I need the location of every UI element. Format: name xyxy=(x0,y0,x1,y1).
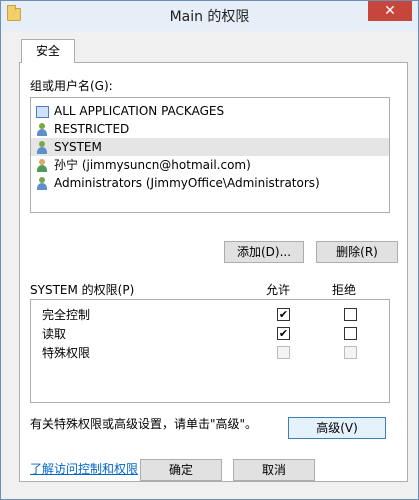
group-icon xyxy=(35,176,51,191)
permissions-table: 完全控制 ✔ 读取 ✔ 特殊权限 xyxy=(30,299,390,403)
table-row: 读取 ✔ xyxy=(31,325,389,343)
advanced-button[interactable]: 高级(V) xyxy=(288,417,386,439)
remove-button[interactable]: 删除(R) xyxy=(316,241,398,263)
title-bar: Main 的权限 ✕ xyxy=(1,1,418,31)
permission-name: 特殊权限 xyxy=(42,346,91,360)
security-tab-panel: 组或用户名(G): ALL APPLICATION PACKAGES RESTR… xyxy=(19,62,408,482)
list-item-label: SYSTEM xyxy=(54,140,102,154)
deny-checkbox xyxy=(344,346,357,359)
list-item[interactable]: SYSTEM xyxy=(31,138,389,156)
window-title: Main 的权限 xyxy=(169,9,250,25)
list-item-label: Administrators (JimmyOffice\Administrato… xyxy=(54,176,320,190)
group-icon xyxy=(35,140,51,155)
list-item-label: 孙宁 (jimmysuncn@hotmail.com) xyxy=(54,158,251,172)
learn-access-control-link[interactable]: 了解访问控制和权限 xyxy=(30,460,138,477)
ok-button[interactable]: 确定 xyxy=(140,459,222,481)
list-item-label: RESTRICTED xyxy=(54,122,130,136)
allow-checkbox[interactable]: ✔ xyxy=(277,308,290,321)
deny-checkbox[interactable] xyxy=(344,308,357,321)
list-item[interactable]: RESTRICTED xyxy=(31,120,389,138)
table-row: 完全控制 ✔ xyxy=(31,306,389,324)
list-item-label: ALL APPLICATION PACKAGES xyxy=(54,104,225,118)
permissions-dialog: Main 的权限 ✕ 安全 组或用户名(G): ALL APPLICATION … xyxy=(0,0,419,500)
advanced-hint-text: 有关特殊权限或高级设置，请单击"高级"。 xyxy=(30,417,258,431)
cancel-button[interactable]: 取消 xyxy=(233,459,315,481)
deny-column-header: 拒绝 xyxy=(332,283,357,297)
list-item[interactable]: Administrators (JimmyOffice\Administrato… xyxy=(31,174,389,192)
add-button[interactable]: 添加(D)... xyxy=(224,241,304,263)
allow-column-header: 允许 xyxy=(266,283,291,297)
table-row: 特殊权限 xyxy=(31,344,389,362)
close-button[interactable]: ✕ xyxy=(368,1,412,21)
list-item[interactable]: 孙宁 (jimmysuncn@hotmail.com) xyxy=(31,156,389,174)
permission-name: 读取 xyxy=(42,327,67,341)
group-icon xyxy=(35,122,51,137)
permissions-label: SYSTEM 的权限(P) xyxy=(30,283,135,297)
app-package-icon xyxy=(35,105,51,119)
groups-label: 组或用户名(G): xyxy=(30,79,113,93)
allow-checkbox[interactable]: ✔ xyxy=(277,327,290,340)
deny-checkbox[interactable] xyxy=(344,327,357,340)
user-icon xyxy=(35,158,51,173)
list-item[interactable]: ALL APPLICATION PACKAGES xyxy=(31,102,389,120)
group-user-list[interactable]: ALL APPLICATION PACKAGES RESTRICTED SYST… xyxy=(30,97,390,213)
tab-security[interactable]: 安全 xyxy=(21,39,75,63)
dialog-content: 安全 组或用户名(G): ALL APPLICATION PACKAGES RE… xyxy=(9,31,410,493)
permission-name: 完全控制 xyxy=(42,308,91,322)
allow-checkbox xyxy=(277,346,290,359)
